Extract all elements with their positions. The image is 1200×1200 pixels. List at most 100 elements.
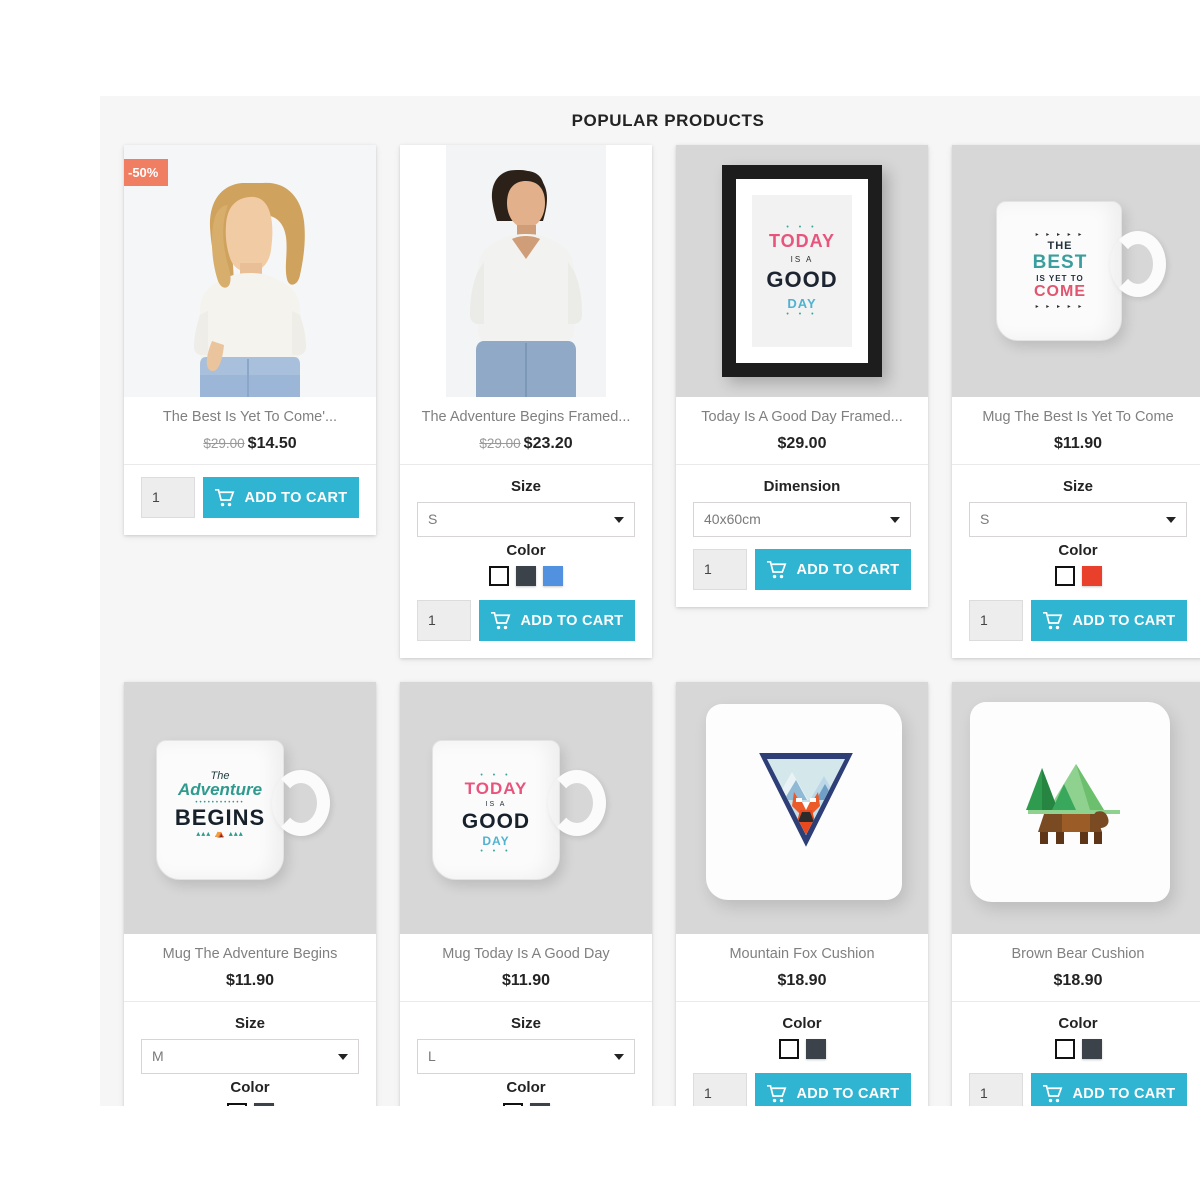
mug-handle — [1110, 231, 1166, 297]
product-card[interactable]: -50% The Best Is Yet To Come'... $29.00 … — [124, 145, 376, 536]
product-info: Mountain Fox Cushion $18.90 — [676, 934, 928, 1003]
size-select[interactable]: S — [969, 502, 1187, 538]
add-to-cart-label: ADD TO CART — [796, 561, 900, 578]
add-to-cart-button[interactable]: ADD TO CART — [755, 1073, 911, 1106]
product-variants: Color — [952, 1002, 1200, 1060]
quantity-input[interactable]: 1 — [141, 477, 195, 519]
product-image[interactable]: • • • TODAY IS A GOOD DAY • • • — [400, 682, 652, 934]
price-old: $29.00 — [203, 436, 245, 452]
size-value: M — [152, 1048, 164, 1065]
page-title: POPULAR PRODUCTS — [571, 111, 765, 130]
color-swatch-dark[interactable] — [1081, 1039, 1102, 1060]
product-card[interactable]: The Adventure Begins Framed... $29.00 $23… — [400, 145, 652, 659]
product-variants: Color — [676, 1002, 928, 1060]
quantity-input[interactable]: 1 — [969, 1073, 1023, 1106]
shopping-cart-icon — [490, 611, 510, 629]
size-label: Size — [510, 1015, 541, 1033]
size-select[interactable]: M — [141, 1039, 359, 1075]
product-card[interactable]: • • • TODAY IS A GOOD DAY • • • Mug Toda… — [400, 682, 652, 1106]
quantity-input[interactable]: 1 — [693, 1073, 747, 1106]
size-select[interactable]: L — [417, 1039, 635, 1075]
product-name[interactable]: Brown Bear Cushion — [960, 945, 1196, 963]
mug-adventure-artwork: The Adventure •••••••••••• BEGINS ▴▴▴ ⛺ … — [124, 682, 376, 934]
color-swatch-dark[interactable] — [529, 1103, 550, 1106]
color-label: Color — [1058, 1015, 1098, 1033]
color-swatch-dark[interactable] — [253, 1103, 274, 1106]
price-current: $18.90 — [1053, 972, 1103, 990]
mug-line-3: GOOD — [461, 810, 531, 833]
color-swatch-white[interactable] — [502, 1103, 523, 1106]
add-to-cart-button[interactable]: ADD TO CART — [479, 600, 635, 642]
color-swatch-white[interactable] — [1054, 1039, 1075, 1060]
mountain-fox-print — [759, 753, 853, 847]
add-to-cart-button[interactable]: ADD TO CART — [1031, 1073, 1187, 1106]
mug-handle — [548, 770, 606, 836]
quantity-input[interactable]: 1 — [693, 549, 747, 591]
color-swatch-blue[interactable] — [543, 566, 563, 587]
page-root: POPULAR PRODUCTS -50% The Best Is Yet To… — [0, 0, 1200, 1200]
mug-line-2: BEST — [1032, 252, 1088, 273]
add-to-cart-button[interactable]: ADD TO CART — [755, 549, 911, 591]
quantity-input[interactable]: 1 — [417, 600, 471, 642]
price-old: $29.00 — [479, 436, 521, 452]
size-value: S — [428, 511, 438, 528]
product-name[interactable]: Mountain Fox Cushion — [684, 945, 920, 963]
mug-line-2: IS A — [485, 801, 507, 808]
color-swatch-white[interactable] — [778, 1039, 799, 1060]
add-to-cart-label: ADD TO CART — [1072, 1085, 1176, 1102]
color-swatch-dark[interactable] — [805, 1039, 826, 1060]
color-swatch-red[interactable] — [1081, 566, 1102, 587]
color-swatch-white[interactable] — [1054, 566, 1075, 587]
mug-print: ▸ ▸ ▸ ▸ ▸ THE BEST IS YET TO COME ▸ ▸ ▸ … — [1014, 231, 1106, 310]
product-image[interactable] — [400, 145, 652, 397]
mug-print: • • • TODAY IS A GOOD DAY • • • — [448, 772, 544, 855]
product-card[interactable]: • • • TODAY IS A GOOD DAY • • • Today Is… — [676, 145, 928, 608]
add-to-cart-label: ADD TO CART — [796, 1085, 900, 1102]
product-price: $18.90 — [960, 972, 1196, 990]
quantity-input[interactable]: 1 — [969, 600, 1023, 642]
add-to-cart-button[interactable]: ADD TO CART — [1031, 600, 1187, 642]
color-swatch-white[interactable] — [489, 566, 509, 587]
product-image[interactable]: The Adventure •••••••••••• BEGINS ▴▴▴ ⛺ … — [124, 682, 376, 934]
mug-line-1: THE — [1047, 240, 1073, 252]
dimension-select[interactable]: 40x60cm — [693, 502, 911, 538]
product-card[interactable]: Brown Bear Cushion $18.90 Color 1 ADD TO… — [952, 682, 1200, 1106]
mug-line-3: BEGINS — [174, 805, 266, 830]
product-name[interactable]: Mug Today Is A Good Day — [408, 945, 644, 963]
product-info: The Adventure Begins Framed... $29.00 $23… — [400, 397, 652, 466]
product-image[interactable] — [676, 682, 928, 934]
add-to-cart-button[interactable]: ADD TO CART — [203, 477, 359, 519]
product-name[interactable]: Mug The Adventure Begins — [132, 945, 368, 963]
product-image[interactable]: • • • TODAY IS A GOOD DAY • • • — [676, 145, 928, 397]
poster-art: • • • TODAY IS A GOOD DAY • • • — [752, 195, 852, 347]
size-select[interactable]: S — [417, 502, 635, 538]
color-swatch-white[interactable] — [226, 1103, 247, 1106]
product-price: $11.90 — [960, 435, 1196, 453]
product-card[interactable]: The Adventure •••••••••••• BEGINS ▴▴▴ ⛺ … — [124, 682, 376, 1106]
product-name[interactable]: Mug The Best Is Yet To Come — [960, 408, 1196, 426]
product-card[interactable]: ▸ ▸ ▸ ▸ ▸ THE BEST IS YET TO COME ▸ ▸ ▸ … — [952, 145, 1200, 659]
product-name[interactable]: The Adventure Begins Framed... — [408, 408, 644, 426]
price-current: $11.90 — [1053, 435, 1103, 453]
product-card[interactable]: Mountain Fox Cushion $18.90 Color 1 ADD … — [676, 682, 928, 1106]
price-current: $29.00 — [777, 435, 827, 453]
product-image[interactable]: ▸ ▸ ▸ ▸ ▸ THE BEST IS YET TO COME ▸ ▸ ▸ … — [952, 145, 1200, 397]
product-image[interactable]: -50% — [124, 145, 376, 397]
color-label: Color — [506, 1079, 546, 1097]
chevron-down-icon — [1166, 517, 1176, 524]
cart-controls: 1 ADD TO CART — [952, 588, 1200, 658]
popular-products-section: POPULAR PRODUCTS -50% The Best Is Yet To… — [100, 96, 1200, 1106]
product-name[interactable]: The Best Is Yet To Come'... — [132, 408, 368, 426]
product-image[interactable] — [952, 682, 1200, 934]
product-name[interactable]: Today Is A Good Day Framed... — [684, 408, 920, 426]
cart-controls: 1 ADD TO CART — [676, 537, 928, 607]
mug-handle — [272, 770, 330, 836]
color-swatches — [969, 566, 1187, 587]
chevron-down-icon — [614, 1054, 624, 1061]
mug-dots-top: • • • — [480, 772, 512, 779]
framed-poster-artwork: • • • TODAY IS A GOOD DAY • • • — [676, 145, 928, 397]
bear-cushion-artwork — [952, 682, 1200, 934]
mug-best-artwork: ▸ ▸ ▸ ▸ ▸ THE BEST IS YET TO COME ▸ ▸ ▸ … — [952, 145, 1200, 397]
color-swatch-dark[interactable] — [516, 566, 536, 587]
color-swatches — [417, 566, 635, 587]
